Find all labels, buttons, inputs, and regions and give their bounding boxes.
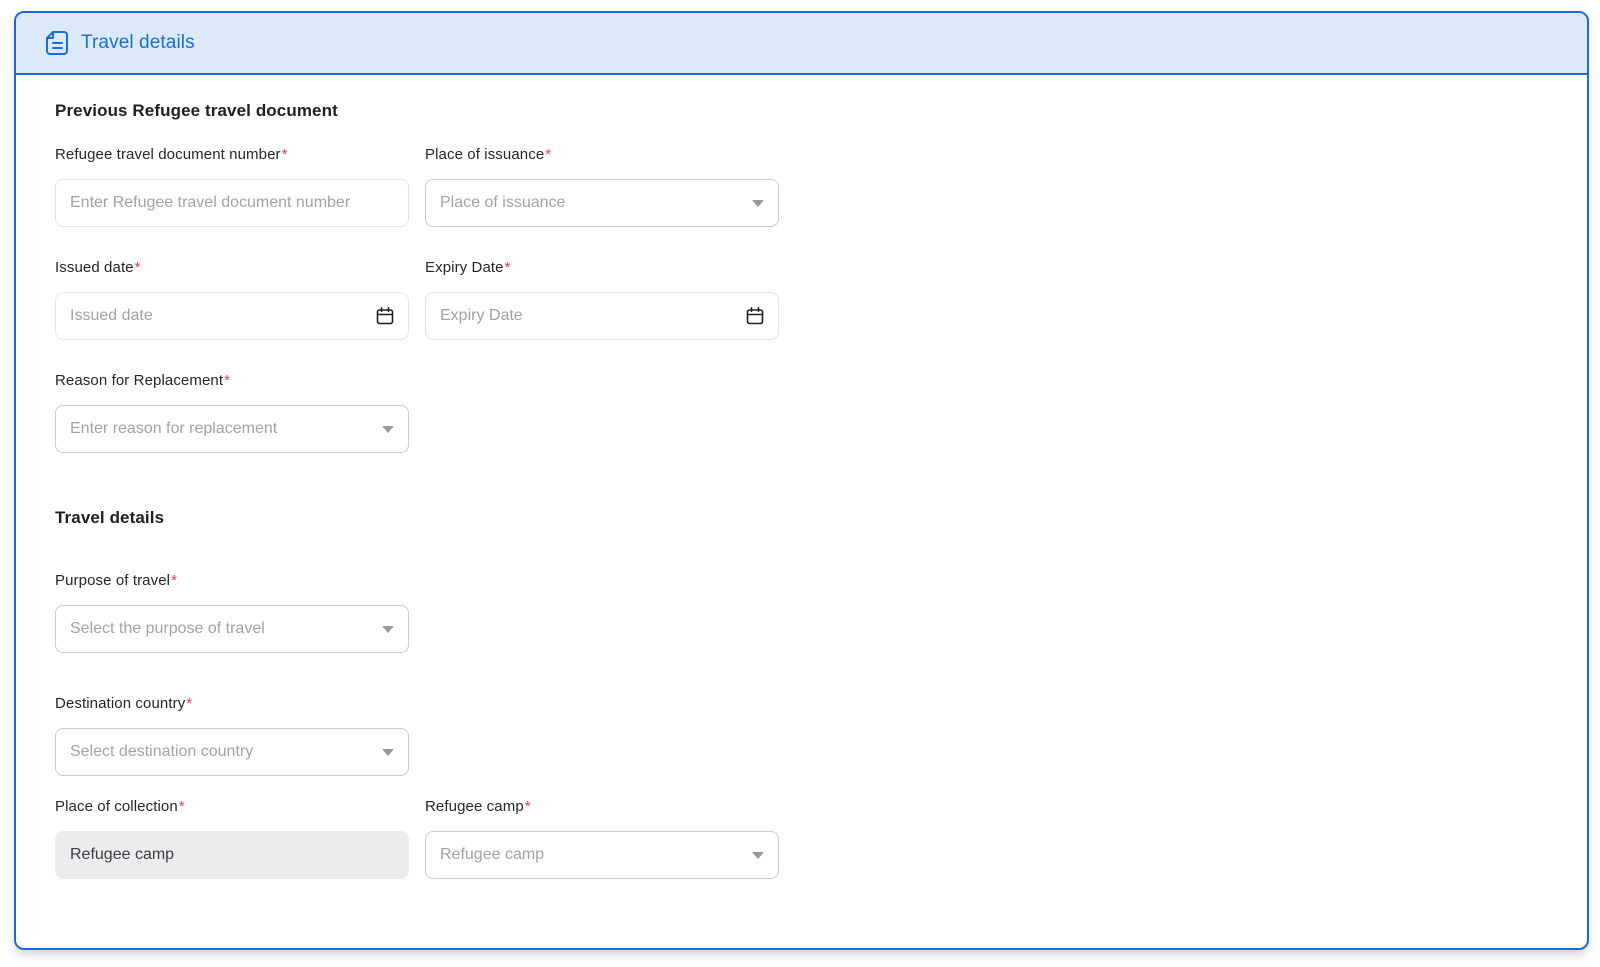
issued-date-label: Issued date* xyxy=(55,259,141,276)
panel-title: Travel details xyxy=(81,32,195,53)
refugee-camp-select[interactable]: Refugee camp xyxy=(425,831,779,879)
expiry-date-label: Expiry Date* xyxy=(425,259,511,276)
required-asterisk: * xyxy=(186,695,193,712)
required-asterisk: * xyxy=(504,259,511,276)
travel-details-panel: Travel details Previous Refugee travel d… xyxy=(14,11,1589,950)
required-asterisk: * xyxy=(134,259,141,276)
place-of-issuance-select[interactable]: Place of issuance xyxy=(425,179,779,227)
required-asterisk: * xyxy=(524,798,531,815)
calendar-icon[interactable] xyxy=(745,306,765,326)
required-asterisk: * xyxy=(281,146,288,163)
destination-country-select[interactable]: Select destination country xyxy=(55,728,409,776)
refugee-camp-label: Refugee camp* xyxy=(425,798,531,815)
reason-for-replacement-placeholder: Enter reason for replacement xyxy=(70,420,278,437)
doc-number-label: Refugee travel document number* xyxy=(55,146,288,163)
chevron-down-icon xyxy=(382,425,394,433)
document-icon xyxy=(46,31,68,55)
chevron-down-icon xyxy=(382,625,394,633)
refugee-camp-placeholder: Refugee camp xyxy=(440,846,545,863)
place-of-issuance-placeholder: Place of issuance xyxy=(440,194,566,211)
section-heading-previous-document: Previous Refugee travel document xyxy=(55,101,338,120)
destination-country-label: Destination country* xyxy=(55,695,193,712)
place-of-collection-label: Place of collection* xyxy=(55,798,185,815)
required-asterisk: * xyxy=(171,572,178,589)
required-asterisk: * xyxy=(178,798,185,815)
chevron-down-icon xyxy=(752,851,764,859)
purpose-of-travel-select[interactable]: Select the purpose of travel xyxy=(55,605,409,653)
required-asterisk: * xyxy=(224,372,231,389)
calendar-icon[interactable] xyxy=(375,306,395,326)
panel-content: Previous Refugee travel document Refugee… xyxy=(16,75,1587,879)
place-of-collection-input xyxy=(55,831,409,879)
destination-country-placeholder: Select destination country xyxy=(70,743,254,760)
required-asterisk: * xyxy=(545,146,552,163)
place-of-issuance-label: Place of issuance* xyxy=(425,146,552,163)
expiry-date-input[interactable] xyxy=(425,292,779,340)
reason-for-replacement-select[interactable]: Enter reason for replacement xyxy=(55,405,409,453)
panel-header: Travel details xyxy=(16,13,1587,75)
purpose-of-travel-label: Purpose of travel* xyxy=(55,572,178,589)
purpose-of-travel-placeholder: Select the purpose of travel xyxy=(70,620,265,637)
section-heading-travel-details: Travel details xyxy=(55,508,165,527)
chevron-down-icon xyxy=(382,748,394,756)
reason-for-replacement-label: Reason for Replacement* xyxy=(55,372,231,389)
doc-number-input[interactable] xyxy=(55,179,409,227)
chevron-down-icon xyxy=(752,199,764,207)
issued-date-input[interactable] xyxy=(55,292,409,340)
